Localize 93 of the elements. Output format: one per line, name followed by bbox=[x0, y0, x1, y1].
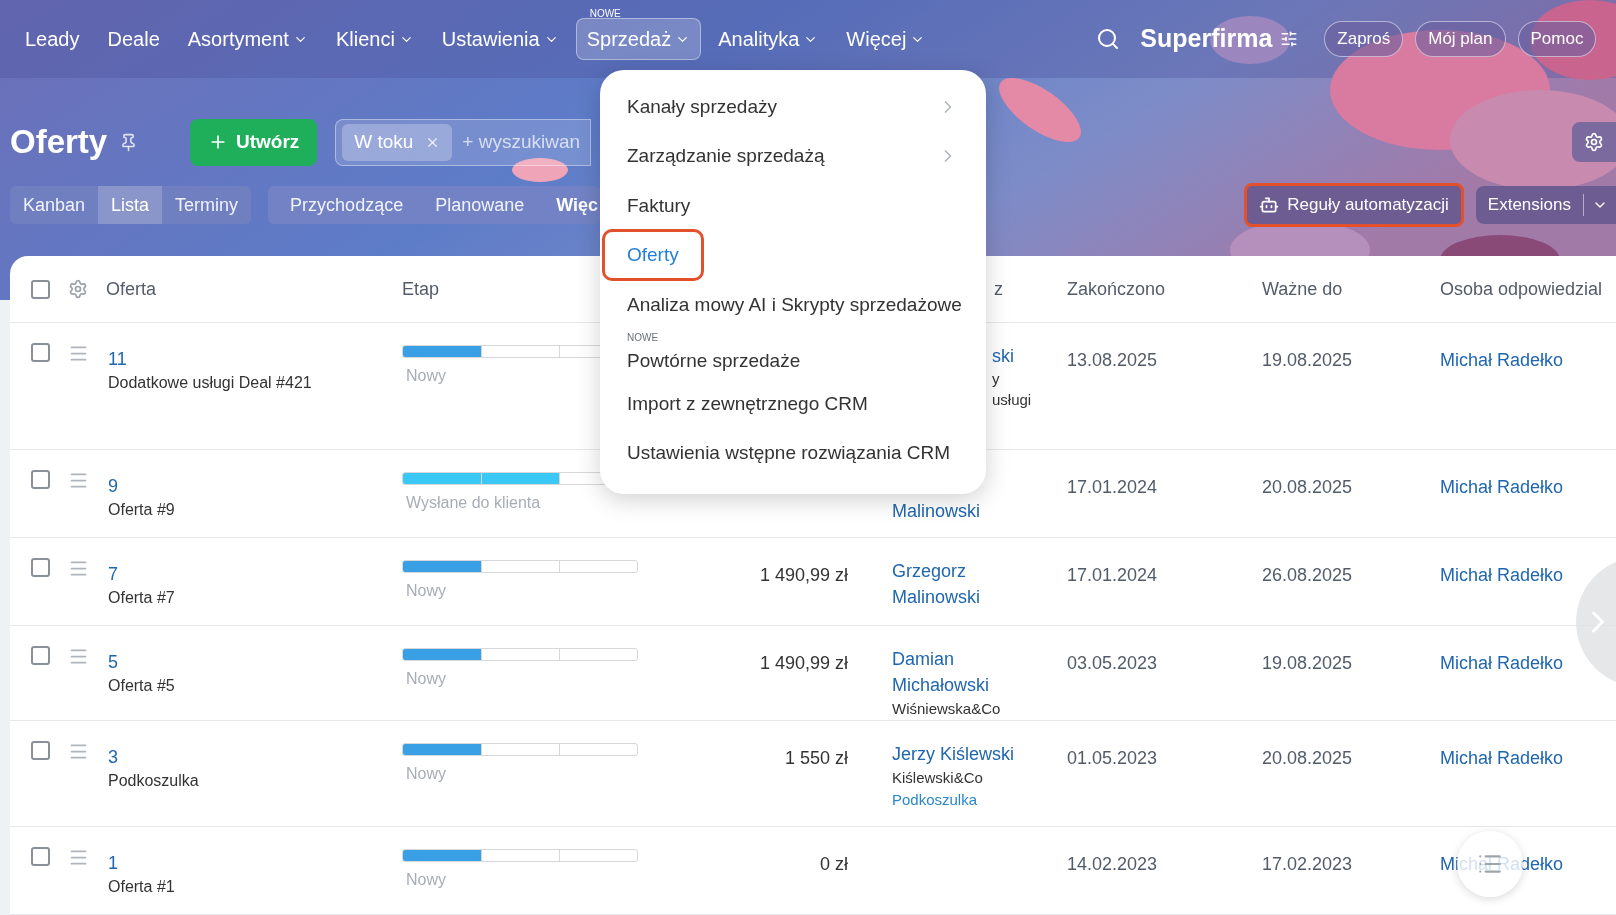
owner-link[interactable]: Michał Radełko bbox=[1440, 565, 1564, 585]
company-name: Wiśniewska&Co bbox=[892, 699, 1001, 719]
menu-item[interactable]: Ustawienia wstępne rozwiązania CRM bbox=[602, 427, 976, 480]
automation-rules-button[interactable]: Reguły automatyzacji bbox=[1244, 183, 1464, 227]
closed-date: 03.05.2023 bbox=[1067, 653, 1158, 673]
offer-number-link[interactable]: 5 bbox=[108, 650, 175, 674]
search-placeholder: + wyszukiwan bbox=[462, 129, 581, 154]
offer-number-link[interactable]: 1 bbox=[108, 851, 175, 875]
owner-link[interactable]: Michał Radełko bbox=[1440, 748, 1564, 768]
company-name: usługi bbox=[992, 390, 1032, 410]
valid-until-date: 20.08.2025 bbox=[1262, 477, 1353, 497]
amount: 0 zł bbox=[820, 853, 848, 876]
sliders-icon[interactable] bbox=[1280, 30, 1299, 48]
closed-date: 17.01.2024 bbox=[1067, 565, 1158, 585]
stage-label: Nowy bbox=[405, 669, 447, 689]
closed-date: 13.08.2025 bbox=[1067, 350, 1158, 370]
row-checkbox[interactable] bbox=[31, 470, 50, 489]
new-label: NOWE bbox=[589, 8, 621, 19]
owner-link[interactable]: Michał Radełko bbox=[1440, 477, 1564, 497]
header-button[interactable]: Mój plan bbox=[1415, 21, 1506, 57]
offer-name: Oferta #7 bbox=[108, 588, 175, 608]
nav-item[interactable]: Analityka bbox=[707, 18, 830, 60]
column-header[interactable]: Zakończono bbox=[1055, 275, 1250, 303]
menu-item[interactable]: Kanały sprzedaży bbox=[602, 80, 802, 133]
amount: 1 550 zł bbox=[784, 747, 848, 770]
filter-tab[interactable]: Przychodzące bbox=[276, 186, 418, 224]
settings-button[interactable] bbox=[1572, 122, 1616, 162]
column-header[interactable]: Ważne do bbox=[1250, 275, 1428, 303]
amount: 1 490,99 zł bbox=[759, 564, 848, 587]
header-button[interactable]: Zaproś bbox=[1324, 21, 1404, 57]
nav-item[interactable]: Leady bbox=[14, 18, 91, 60]
owner-link[interactable]: Michał Radełko bbox=[1440, 350, 1564, 370]
closed-date: 01.05.2023 bbox=[1067, 748, 1158, 768]
robot-icon bbox=[1259, 195, 1280, 215]
valid-until-date: 26.08.2025 bbox=[1262, 565, 1353, 585]
offer-number-link[interactable]: 11 bbox=[108, 347, 312, 371]
nav-item[interactable]: Asortyment bbox=[176, 18, 319, 60]
offer-number-link[interactable]: 3 bbox=[108, 745, 199, 769]
contact-link[interactable]: Jerzy Kiślewski bbox=[892, 741, 1015, 767]
row-checkbox[interactable] bbox=[31, 646, 50, 665]
stage-label: Nowy bbox=[405, 366, 447, 386]
row-checkbox[interactable] bbox=[31, 343, 50, 362]
nav-item[interactable]: Ustawienia bbox=[430, 18, 570, 60]
brand-name: Superfirma bbox=[1140, 23, 1273, 55]
valid-until-date: 17.02.2023 bbox=[1262, 854, 1353, 874]
contact-link[interactable]: Malinowski bbox=[892, 498, 981, 524]
nav-item[interactable]: Więcej bbox=[835, 18, 937, 60]
column-header[interactable]: Oferta bbox=[106, 275, 157, 303]
row-checkbox[interactable] bbox=[31, 558, 50, 577]
settings-icon[interactable] bbox=[68, 279, 88, 299]
search-icon[interactable] bbox=[1096, 27, 1121, 51]
menu-item[interactable]: Import z zewnętrznego CRM bbox=[602, 377, 893, 430]
company-name: Kiślewski&Co bbox=[892, 768, 983, 788]
offer-number-link[interactable]: 7 bbox=[108, 562, 175, 586]
nav-item[interactable]: Klienci bbox=[324, 18, 425, 60]
offer-name: Podkoszulka bbox=[108, 771, 199, 791]
contact-link[interactable]: Grzegorz Malinowski bbox=[892, 558, 1055, 610]
select-all-checkbox[interactable] bbox=[31, 279, 50, 299]
view-tab[interactable]: Kanban bbox=[10, 186, 99, 224]
stage-label: Nowy bbox=[405, 870, 447, 890]
row-checkbox[interactable] bbox=[31, 847, 50, 866]
valid-until-date: 20.08.2025 bbox=[1262, 748, 1353, 768]
offer-name: Oferta #9 bbox=[108, 500, 175, 520]
column-header[interactable]: Osoba odpowiedzial bbox=[1428, 275, 1616, 303]
chip-label: W toku bbox=[354, 129, 414, 154]
menu-item[interactable]: Oferty bbox=[602, 229, 704, 282]
closed-date: 17.01.2024 bbox=[1067, 477, 1158, 497]
offer-name: Dodatkowe usługi Deal #421 bbox=[108, 373, 312, 393]
view-tab[interactable]: Terminy bbox=[162, 186, 252, 224]
offer-number-link[interactable]: 9 bbox=[108, 474, 175, 498]
amount: 1 490,99 zł bbox=[759, 652, 848, 675]
new-label: NOWE bbox=[627, 331, 659, 343]
closed-date: 14.02.2023 bbox=[1067, 854, 1158, 874]
header-button[interactable]: Pomoc bbox=[1517, 21, 1597, 57]
nav-item[interactable]: Deale bbox=[96, 18, 171, 60]
filter-tab[interactable]: Planowane bbox=[421, 186, 539, 224]
page-title: Oferty bbox=[10, 122, 108, 163]
owner-link[interactable]: Michał Radełko bbox=[1440, 653, 1564, 673]
contact-link[interactable]: Damian Michałowski bbox=[892, 646, 1055, 698]
nav-item[interactable]: Sprzedaż bbox=[575, 18, 702, 60]
stage-label: Nowy bbox=[405, 764, 447, 784]
offer-name: Oferta #5 bbox=[108, 676, 175, 696]
valid-until-date: 19.08.2025 bbox=[1262, 350, 1353, 370]
stage-label: Wysłane do klienta bbox=[405, 493, 542, 513]
offer-name: Oferta #1 bbox=[108, 877, 175, 897]
settings-icon bbox=[1584, 132, 1604, 152]
deal-link[interactable]: Podkoszulka bbox=[892, 789, 978, 811]
contact-link[interactable]: ski bbox=[992, 343, 1014, 369]
row-checkbox[interactable] bbox=[31, 741, 50, 760]
extensions-button[interactable]: Extensions bbox=[1475, 186, 1616, 224]
company-name: y bbox=[992, 369, 1000, 389]
stage-label: Nowy bbox=[405, 581, 447, 601]
valid-until-date: 19.08.2025 bbox=[1262, 653, 1353, 673]
